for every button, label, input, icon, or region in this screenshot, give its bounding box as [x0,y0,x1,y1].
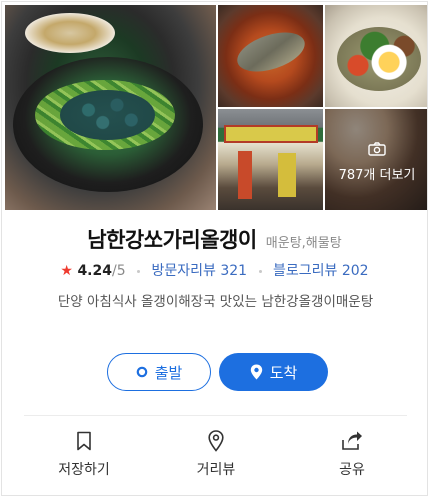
rating-max: /5 [111,263,126,279]
title-row: 남한강쏘가리올갱이 매운탕,해물탕 [2,224,427,254]
bibimbap-photo[interactable] [325,5,427,107]
place-category: 매운탕,해물탕 [265,236,342,251]
separator-dot [137,269,141,273]
share-button[interactable]: 공유 [302,430,402,479]
star-icon: ★ [60,263,73,279]
save-button[interactable]: 저장하기 [34,430,134,479]
place-description: 단양 아침식사 올갱이해장국 맛있는 남한강올갱이매운탕 [57,294,374,310]
place-card: 787개 더보기 남한강쏘가리올갱이 매운탕,해물탕 ★ 4.24/5 방문자리… [1,1,428,496]
rating-score: 4.24 [77,263,112,279]
more-photos-label: 787개 더보기 [338,168,416,183]
street-view-button[interactable]: 거리뷰 [166,430,266,479]
fish-stew-photo[interactable] [218,5,323,107]
photo-grid: 787개 더보기 [5,5,427,210]
save-label: 저장하기 [58,462,110,478]
share-icon [302,430,402,452]
more-photos-tile[interactable]: 787개 더보기 [325,109,427,210]
destination-pin-icon [250,364,263,380]
visitor-reviews-link[interactable]: 방문자리뷰 321 [152,263,248,279]
arrive-label: 도착 [269,363,298,382]
main-food-photo[interactable] [5,5,216,210]
bookmark-icon [34,430,134,452]
separator-dot [258,269,262,273]
depart-button[interactable]: 출발 [107,353,211,391]
location-pin-icon [166,430,266,452]
arrive-button[interactable]: 도착 [219,353,328,391]
share-label: 공유 [339,462,365,478]
stats-row: ★ 4.24/5 방문자리뷰 321 블로그리뷰 202 [2,260,427,280]
origin-dot-icon [136,366,148,378]
depart-label: 출발 [154,363,183,382]
street-view-label: 거리뷰 [196,462,236,478]
place-name: 남한강쏘가리올갱이 [87,228,257,252]
divider [24,415,407,416]
storefront-photo[interactable] [218,109,323,210]
camera-icon [368,142,386,156]
blog-reviews-link[interactable]: 블로그리뷰 202 [273,263,369,279]
